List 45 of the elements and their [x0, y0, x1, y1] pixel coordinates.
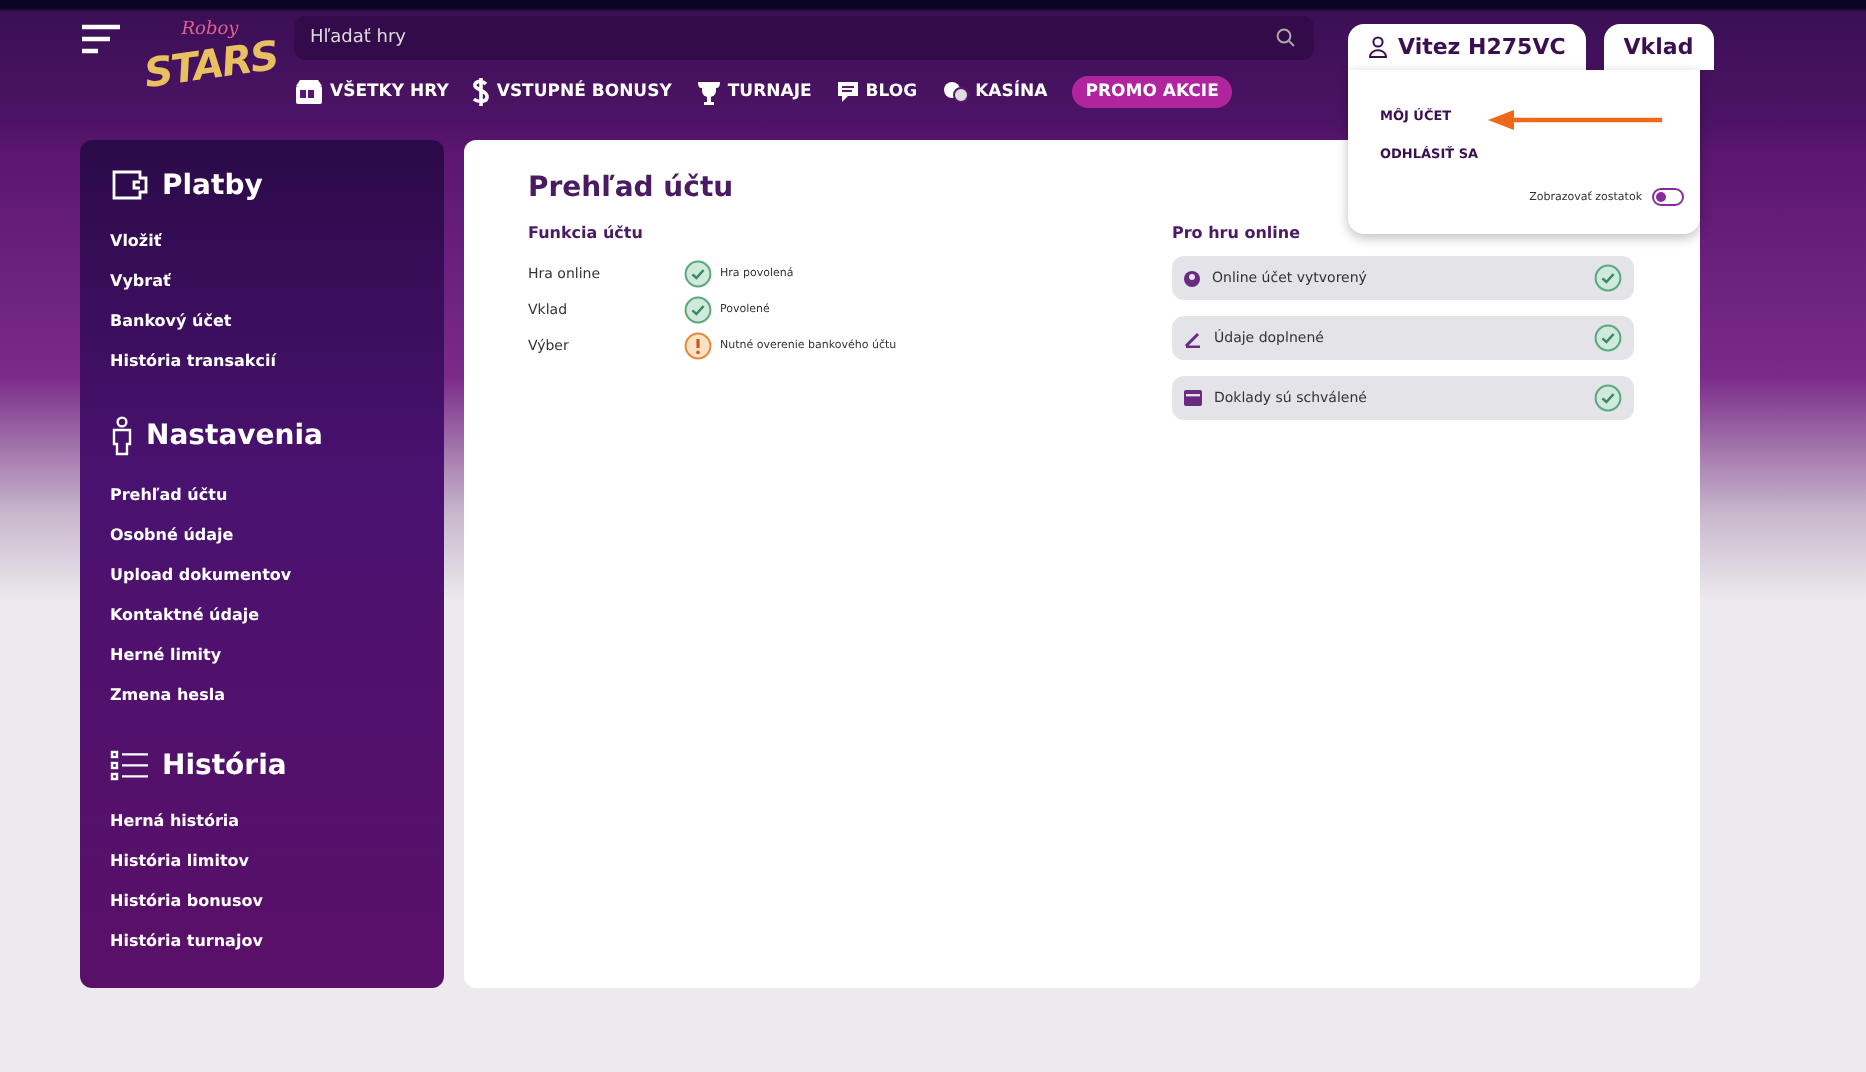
nav-link[interactable]: KASÍNA	[941, 80, 1048, 104]
chips-icon	[941, 80, 970, 104]
sidebar-link[interactable]: Osobné údaje	[110, 516, 234, 556]
chat-icon	[835, 80, 860, 104]
menu-icon[interactable]	[80, 24, 122, 54]
user-icon	[1184, 269, 1200, 287]
user-account-button[interactable]: Vitez H275VC	[1348, 24, 1586, 70]
deposit-button[interactable]: Vklad	[1603, 24, 1714, 70]
page-title: Prehľad účtu	[528, 172, 736, 204]
card-icon	[1184, 390, 1202, 406]
trophy-icon	[695, 79, 722, 105]
section-title: Pro hru online	[1172, 224, 1301, 242]
sidebar-link[interactable]: História limitov	[110, 842, 249, 882]
sidebar-link[interactable]: Herné limity	[110, 636, 222, 676]
logo[interactable]: Roboy STARS	[146, 20, 274, 120]
sidebar-link[interactable]: Herná história	[110, 802, 240, 842]
nav-link[interactable]: VŠETKY HRY	[294, 79, 449, 105]
balance-toggle[interactable]	[1652, 188, 1684, 206]
dollar-icon	[472, 78, 491, 106]
sidebar-link[interactable]: Kontaktné údaje	[110, 596, 260, 636]
sidebar-link[interactable]: Bankový účet	[110, 302, 232, 342]
sidebar-link[interactable]: História bonusov	[110, 882, 263, 922]
search-field[interactable]: Hľadať hry	[294, 16, 1314, 60]
user-icon	[1368, 36, 1388, 58]
section-title: Funkcia účtu	[528, 224, 643, 242]
sidebar-link[interactable]: Vložiť	[110, 222, 162, 262]
section-title: Platby	[162, 169, 263, 201]
section-title: Nastavenia	[146, 420, 323, 452]
nav-link[interactable]: TURNAJE	[695, 79, 812, 105]
nav-link[interactable]: VSTUPNÉ BONUSY	[472, 78, 672, 106]
sidebar-link[interactable]: Vybrať	[110, 262, 171, 302]
person-icon	[110, 416, 134, 456]
wallet-icon	[110, 168, 150, 202]
search-icon[interactable]	[1276, 28, 1296, 48]
sidebar-link[interactable]: Prehľad účtu	[110, 476, 228, 516]
slot-machine-icon	[294, 79, 324, 105]
pen-icon	[1184, 329, 1202, 347]
section-title: História	[162, 750, 287, 782]
sidebar-link[interactable]: História turnajov	[110, 922, 263, 962]
sidebar-link[interactable]: Zmena hesla	[110, 676, 225, 716]
sidebar-link[interactable]: História transakcií	[110, 342, 276, 382]
list-icon	[110, 750, 150, 782]
sidebar-link[interactable]: Upload dokumentov	[110, 556, 292, 596]
nav-link[interactable]: PROMO AKCIE	[1071, 76, 1233, 108]
nav-link[interactable]: BLOG	[835, 80, 918, 104]
